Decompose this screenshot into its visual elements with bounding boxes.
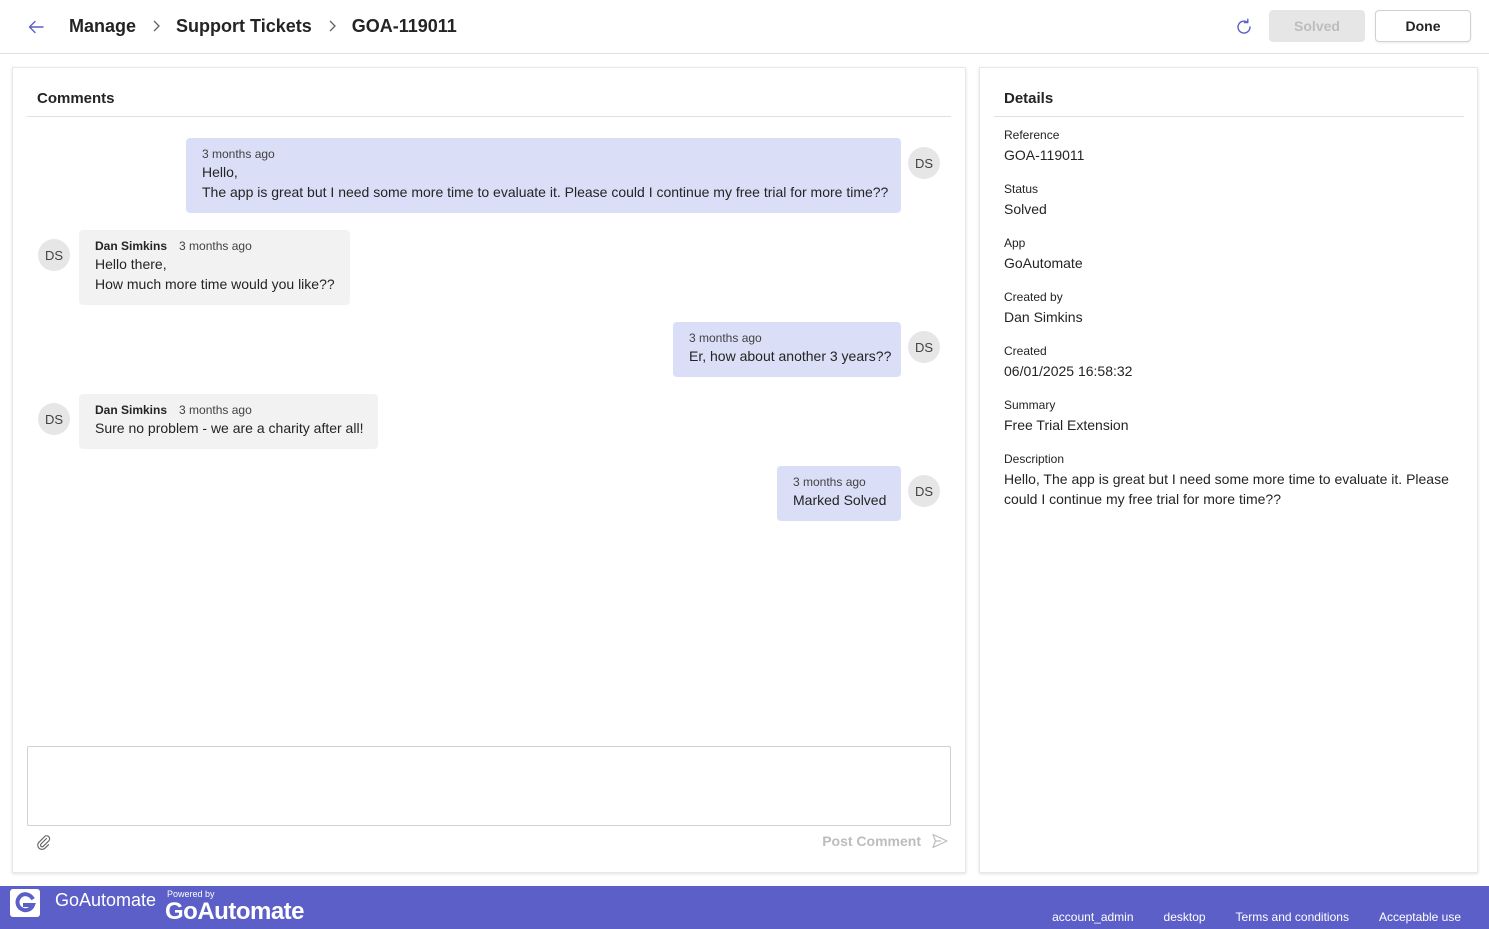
paperclip-icon: [37, 835, 51, 850]
comment-input[interactable]: [27, 746, 951, 826]
post-comment-button[interactable]: Post Comment: [822, 832, 949, 850]
field-value: GoAutomate: [1004, 255, 1083, 271]
avatar: DS: [38, 403, 70, 435]
refresh-icon: [1237, 18, 1251, 34]
breadcrumb-manage[interactable]: Manage: [69, 14, 136, 38]
comment-author: Dan Simkins: [95, 403, 168, 417]
attach-button[interactable]: [35, 832, 53, 852]
goautomate-logo-icon: [10, 889, 40, 917]
detail-created: Created 06/01/2025 16:58:32: [1004, 343, 1464, 381]
details-panel: Details Reference GOA-119011 Status Solv…: [979, 67, 1478, 873]
detail-status: Status Solved: [1004, 181, 1464, 219]
field-label: Created: [1004, 344, 1047, 358]
avatar: DS: [908, 147, 940, 179]
comment-text: The app is great but I need some more ti…: [202, 184, 889, 200]
breadcrumb: Manage Support Tickets GOA-119011: [69, 14, 457, 38]
footer-link-terms[interactable]: Terms and conditions: [1236, 910, 1349, 924]
field-value: GOA-119011: [1004, 147, 1085, 163]
field-label: App: [1004, 236, 1026, 250]
details-title: Details: [1004, 90, 1054, 107]
field-label: Description: [1004, 452, 1065, 466]
comment-text: Er, how about another 3 years??: [689, 348, 892, 364]
breadcrumb-ticket-id: GOA-119011: [351, 16, 457, 36]
field-value: Dan Simkins: [1004, 309, 1083, 325]
comment-time: 3 months ago: [202, 147, 275, 161]
footer-brand: GoAutomate: [165, 898, 305, 925]
comment-text: Hello there,: [95, 256, 167, 272]
detail-summary: Summary Free Trial Extension: [1004, 397, 1464, 435]
field-label: Created by: [1004, 290, 1063, 304]
post-comment-label: Post Comment: [822, 833, 921, 849]
solved-button[interactable]: Solved: [1269, 10, 1365, 42]
footer-link-account-admin[interactable]: account_admin: [1052, 910, 1133, 924]
field-label: Status: [1004, 182, 1039, 196]
detail-app: App GoAutomate: [1004, 235, 1464, 273]
comment-bubble: Dan Simkins 3 months ago Sure no problem…: [79, 394, 378, 449]
detail-created-by: Created by Dan Simkins: [1004, 289, 1464, 327]
refresh-button[interactable]: [1230, 13, 1258, 41]
top-bar: Manage Support Tickets GOA-119011 Solved…: [0, 0, 1489, 54]
comment-time: 3 months ago: [793, 475, 866, 489]
arrow-left-icon: [28, 20, 44, 34]
breadcrumb-support-tickets[interactable]: Support Tickets: [176, 14, 312, 38]
divider: [994, 116, 1464, 117]
chevron-right-icon: [312, 14, 352, 38]
comment-time: 3 months ago: [179, 403, 252, 417]
footer-link-desktop[interactable]: desktop: [1164, 910, 1206, 924]
comment-time: 3 months ago: [689, 331, 762, 345]
comment-text: Hello,: [202, 164, 238, 180]
field-value: Solved: [1004, 201, 1047, 217]
send-icon: [931, 832, 949, 850]
divider: [27, 116, 951, 117]
back-button[interactable]: [22, 13, 50, 41]
field-value: Free Trial Extension: [1004, 417, 1129, 433]
field-value: Hello, The app is great but I need some …: [1004, 471, 1449, 507]
comment-author: Dan Simkins: [95, 239, 168, 253]
footer: GoAutomate Powered by GoAutomate account…: [0, 886, 1489, 929]
comment-text: Marked Solved: [793, 492, 887, 508]
comment-bubble: 3 months ago Hello, The app is great but…: [186, 138, 901, 213]
comments-title: Comments: [37, 90, 115, 107]
detail-description: Description Hello, The app is great but …: [1004, 451, 1459, 509]
field-label: Summary: [1004, 398, 1056, 412]
avatar: DS: [908, 331, 940, 363]
detail-reference: Reference GOA-119011: [1004, 127, 1464, 165]
field-label: Reference: [1004, 128, 1060, 142]
comment-bubble: 3 months ago Marked Solved: [777, 466, 901, 521]
comment-time: 3 months ago: [179, 239, 252, 253]
avatar: DS: [908, 475, 940, 507]
footer-links: account_admin desktop Terms and conditio…: [1022, 910, 1461, 924]
done-button[interactable]: Done: [1375, 10, 1471, 42]
field-value: 06/01/2025 16:58:32: [1004, 363, 1133, 379]
chevron-right-icon: [136, 14, 176, 38]
comment-bubble: Dan Simkins 3 months ago Hello there, Ho…: [79, 230, 350, 305]
comment-bubble: 3 months ago Er, how about another 3 yea…: [673, 322, 901, 377]
avatar: DS: [38, 239, 70, 271]
comment-text: How much more time would you like??: [95, 276, 335, 292]
comments-panel: Comments 3 months ago Hello, The app is …: [12, 67, 966, 873]
footer-app-name: GoAutomate: [55, 890, 157, 910]
comment-text: Sure no problem - we are a charity after…: [95, 420, 364, 436]
footer-link-acceptable-use[interactable]: Acceptable use: [1379, 910, 1461, 924]
